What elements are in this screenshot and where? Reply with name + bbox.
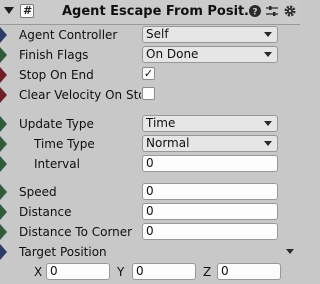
row-interval: Interval 0 bbox=[0, 154, 300, 174]
port-swatch-icon bbox=[0, 136, 7, 152]
row-clear-velocity: Clear Velocity On Sto bbox=[0, 85, 300, 105]
distance-input[interactable]: 0 bbox=[142, 203, 278, 220]
time-type-dropdown[interactable]: Normal bbox=[142, 135, 278, 152]
distance-to-corner-input[interactable]: 0 bbox=[142, 223, 278, 240]
component-body: Agent Controller Self Finish Flags On Do… bbox=[0, 25, 300, 284]
update-type-value: Time bbox=[146, 116, 176, 130]
target-position-menu-icon[interactable] bbox=[286, 249, 294, 254]
row-update-type: Update Type Time bbox=[0, 114, 300, 134]
label-target-position: Target Position bbox=[19, 245, 107, 259]
settings-icon[interactable] bbox=[283, 4, 297, 18]
label-stop-on-end: Stop On End bbox=[19, 68, 94, 82]
speed-input[interactable]: 0 bbox=[142, 183, 278, 200]
update-type-dropdown[interactable]: Time bbox=[142, 115, 278, 132]
component-title: Agent Escape From Posit… bbox=[62, 4, 248, 19]
port-swatch-icon bbox=[0, 224, 7, 240]
label-interval: Interval bbox=[34, 157, 80, 171]
target-y-input[interactable]: 0 bbox=[132, 263, 196, 280]
component-header: # Agent Escape From Posit… ? bbox=[0, 0, 300, 25]
row-finish-flags: Finish Flags On Done bbox=[0, 45, 300, 65]
checkmark-icon: ✓ bbox=[143, 67, 154, 80]
row-target-position-xyz: X 0 Y 0 Z 0 bbox=[0, 262, 300, 282]
row-speed: Speed 0 bbox=[0, 182, 300, 202]
x-label: X bbox=[34, 265, 43, 279]
port-swatch-icon bbox=[0, 244, 7, 260]
z-label: Z bbox=[203, 265, 212, 279]
svg-text:?: ? bbox=[252, 8, 257, 18]
label-clear-velocity: Clear Velocity On Sto bbox=[19, 88, 141, 102]
port-swatch-icon bbox=[0, 204, 7, 220]
label-speed: Speed bbox=[19, 185, 57, 199]
component-enabled-checkbox[interactable]: # bbox=[20, 4, 34, 18]
port-swatch-icon bbox=[0, 27, 7, 43]
enabled-glyph: # bbox=[23, 4, 33, 17]
port-swatch-icon bbox=[0, 47, 7, 63]
chevron-down-icon bbox=[264, 121, 272, 126]
chevron-down-icon bbox=[264, 32, 272, 37]
label-finish-flags: Finish Flags bbox=[19, 48, 89, 62]
port-swatch-icon bbox=[0, 67, 7, 83]
stop-on-end-checkbox[interactable]: ✓ bbox=[142, 67, 155, 80]
chevron-down-icon bbox=[264, 141, 272, 146]
time-type-value: Normal bbox=[146, 136, 190, 150]
port-swatch-icon bbox=[0, 116, 7, 132]
target-z-input[interactable]: 0 bbox=[217, 263, 281, 280]
row-distance: Distance 0 bbox=[0, 202, 300, 222]
label-update-type: Update Type bbox=[19, 117, 94, 131]
y-label: Y bbox=[117, 265, 125, 279]
label-distance: Distance bbox=[19, 205, 72, 219]
finish-flags-dropdown[interactable]: On Done bbox=[142, 46, 278, 63]
label-distance-to-corner: Distance To Corner bbox=[19, 225, 133, 239]
port-swatch-icon bbox=[0, 184, 7, 200]
target-x-input[interactable]: 0 bbox=[46, 263, 110, 280]
finish-flags-value: On Done bbox=[146, 47, 199, 61]
label-agent-controller: Agent Controller bbox=[19, 28, 118, 42]
row-agent-controller: Agent Controller Self bbox=[0, 25, 300, 45]
clear-velocity-checkbox[interactable] bbox=[142, 87, 155, 100]
label-time-type: Time Type bbox=[34, 137, 95, 151]
agent-controller-value: Self bbox=[146, 27, 169, 41]
help-icon[interactable]: ? bbox=[248, 4, 262, 18]
row-target-position: Target Position bbox=[0, 242, 300, 262]
presets-icon[interactable] bbox=[265, 4, 279, 18]
port-swatch-icon bbox=[0, 87, 7, 103]
row-time-type: Time Type Normal bbox=[0, 134, 300, 154]
interval-input[interactable]: 0 bbox=[142, 155, 278, 172]
collapse-chevron-icon[interactable] bbox=[4, 7, 14, 14]
chevron-down-icon bbox=[264, 52, 272, 57]
row-stop-on-end: Stop On End ✓ bbox=[0, 65, 300, 85]
row-distance-to-corner: Distance To Corner 0 bbox=[0, 222, 300, 242]
port-swatch-icon bbox=[0, 156, 7, 172]
agent-controller-dropdown[interactable]: Self bbox=[142, 26, 278, 43]
